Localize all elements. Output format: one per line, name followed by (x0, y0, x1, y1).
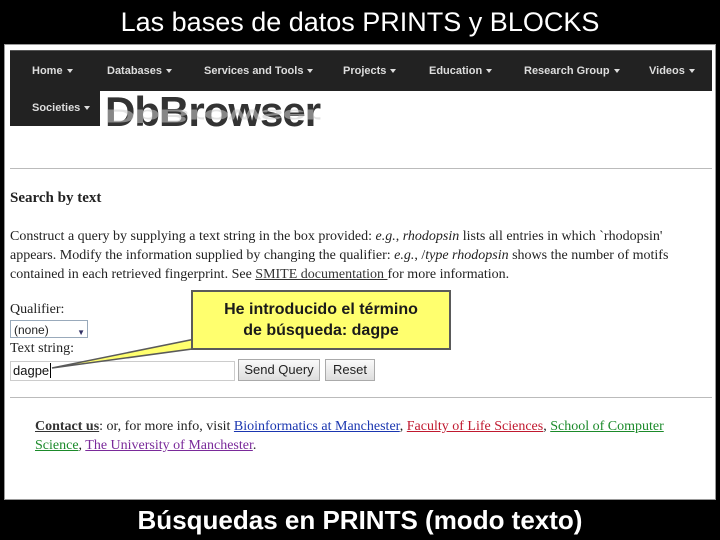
callout-line-1: He introducido el término (224, 301, 418, 318)
qualifier-select[interactable]: (none) ▼ (10, 320, 88, 338)
reset-button[interactable]: Reset (325, 359, 375, 381)
search-description: Construct a query by supplying a text st… (10, 227, 710, 284)
nav-videos-label: Videos (649, 65, 685, 77)
qualifier-label: Qualifier: (10, 302, 65, 317)
slide-footer: Búsquedas en PRINTS (modo texto) (137, 505, 583, 535)
qualifier-value: (none) (14, 323, 49, 337)
nav-societies[interactable]: Societies (10, 90, 100, 126)
footer-text: : or, for more info, visit (99, 419, 234, 434)
nav-projects-label: Projects (343, 65, 387, 77)
divider (10, 397, 712, 398)
caret-down-icon (166, 69, 173, 74)
desc-text: , / (414, 248, 426, 263)
logo-reflection: DbBrowser (105, 105, 321, 127)
callout-line-2: de búsqueda: dagpe (243, 322, 399, 339)
browser-screenshot: Home Databases Services and Tools Projec… (4, 44, 716, 500)
nav-education-label: Education (429, 65, 483, 77)
desc-eg: e.g. (375, 229, 396, 244)
search-heading: Search by text (10, 190, 102, 206)
faculty-life-sciences-link[interactable]: Faculty of Life Sciences (407, 419, 543, 434)
nav-research-label: Research Group (524, 65, 610, 77)
text-string-label: Text string: (10, 341, 74, 356)
nav-databases[interactable]: Databases (107, 51, 173, 91)
divider (10, 168, 712, 169)
slide-title: Las bases de datos PRINTS y BLOCKS (120, 7, 600, 37)
smite-documentation-link[interactable]: SMITE documentation (255, 267, 387, 282)
desc-eg: e.g. (394, 248, 415, 263)
nav-services-and-tools[interactable]: Services and Tools (204, 51, 314, 91)
footer-links: Contact us: or, for more info, visit Bio… (35, 417, 711, 455)
nav-societies-label: Societies (32, 102, 81, 114)
desc-text: , (395, 229, 403, 244)
nav-home[interactable]: Home (32, 51, 73, 91)
footer-end: . (252, 438, 257, 453)
send-query-button[interactable]: Send Query (238, 359, 320, 381)
caret-down-icon (84, 106, 91, 111)
nav-services-label: Services and Tools (204, 65, 304, 77)
desc-text: for more information. (387, 267, 510, 282)
caret-down-icon (613, 69, 620, 74)
caret-down-icon (307, 69, 314, 74)
university-manchester-link[interactable]: The University of Manchester (85, 438, 253, 453)
nav-videos[interactable]: Videos (649, 51, 695, 91)
nav-research-group[interactable]: Research Group (524, 51, 620, 91)
chevron-down-icon: ▼ (77, 328, 85, 337)
caret-down-icon (66, 69, 73, 74)
top-navbar: Home Databases Services and Tools Projec… (10, 50, 712, 91)
contact-us-link[interactable]: Contact us (35, 419, 99, 434)
annotation-callout: He introducido el término de búsqueda: d… (191, 290, 451, 350)
dbbrowser-logo: DbBrowser DbBrowser (105, 91, 321, 155)
desc-text: Construct a query by supplying a text st… (10, 229, 376, 244)
text-string-value: dagpe (13, 363, 50, 378)
nav-databases-label: Databases (107, 65, 163, 77)
nav-home-label: Home (32, 65, 63, 77)
caret-down-icon (390, 69, 397, 74)
text-cursor (50, 363, 52, 378)
desc-type-rhodopsin: type rhodopsin (425, 248, 509, 263)
nav-projects[interactable]: Projects (343, 51, 397, 91)
caret-down-icon (688, 69, 695, 74)
text-string-input[interactable]: dagpe (10, 361, 235, 381)
nav-education[interactable]: Education (429, 51, 493, 91)
bioinformatics-link[interactable]: Bioinformatics at Manchester (234, 419, 400, 434)
footer-sep: , (399, 419, 407, 434)
caret-down-icon (486, 69, 493, 74)
desc-rhodopsin: rhodopsin (402, 229, 460, 244)
